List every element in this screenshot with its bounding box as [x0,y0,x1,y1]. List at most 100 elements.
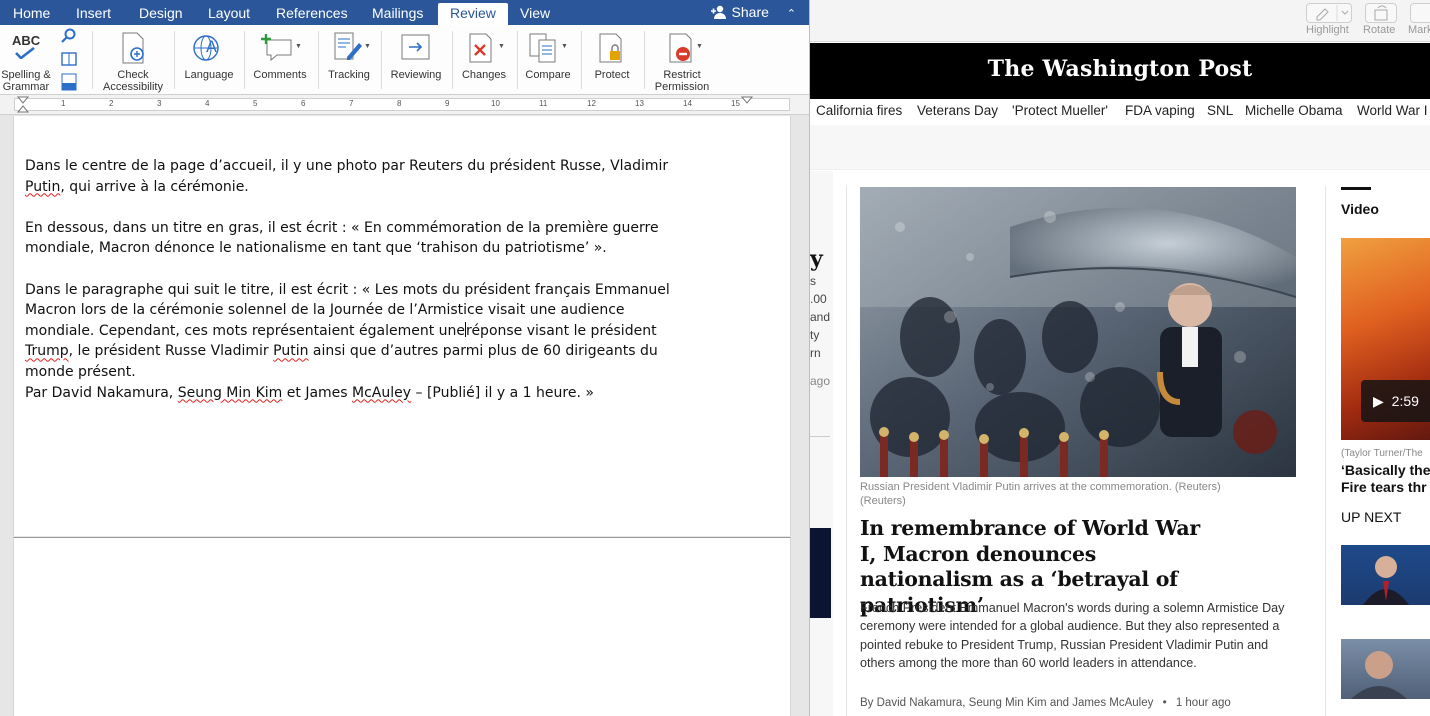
up-next-thumbnail[interactable] [1341,639,1430,699]
tab-home[interactable]: Home [13,0,50,25]
tab-layout[interactable]: Layout [208,0,250,25]
doc-line: monde présent. [25,363,136,380]
spelling-grammar-button[interactable]: ABC Spelling & Grammar [0,25,52,95]
comments-button[interactable]: ▼ Comments [246,25,314,95]
misspelled-word[interactable]: McAuley [352,385,411,401]
ruler-number: 4 [205,99,210,108]
peek-line: rn [810,346,821,360]
document-page-2[interactable] [13,537,791,716]
hero-photo[interactable] [860,187,1296,477]
lock-document-icon [597,32,625,69]
check-accessibility-label-1: Check [117,69,149,81]
doc-text: mondiale. Cependant, ces mots représenta… [25,322,465,339]
doc-text: et James [282,384,353,401]
ruler-number: 8 [397,99,402,108]
doc-text: , le président Russe Vladimir [68,343,274,360]
reviewing-pane-icon [401,34,431,67]
nav-item[interactable]: SNL [1207,103,1233,118]
video-play-button[interactable]: ▶ 2:59 [1361,380,1430,422]
restrict-permission-icon [667,32,695,69]
compare-label: Compare [525,69,571,81]
video-duration: 2:59 [1391,393,1419,409]
video-thumbnail[interactable]: ▶ 2:59 [1341,238,1430,440]
rotate-icon [1365,3,1397,23]
tab-references[interactable]: References [276,0,348,25]
misspelled-word[interactable]: Putin [25,179,60,195]
byline-authors[interactable]: By David Nakamura, Seung Min Kim and Jam… [860,697,1153,709]
spelling-label-2: Grammar [2,81,50,93]
video-section-title[interactable]: Video [1341,201,1379,217]
research-icon[interactable] [60,28,78,49]
video-title-line: Fire tears thr [1341,479,1427,495]
doc-line: mondiale, Macron dénonce le nationalisme… [25,240,607,257]
rotate-label: Rotate [1363,24,1396,36]
ruler-track [14,98,790,111]
share-button[interactable]: Share ⌃ [710,0,796,25]
nav-item[interactable]: World War I [1357,103,1428,118]
doc-text: ainsi que d’autres parmi plus de 60 diri… [308,343,658,360]
language-globe-icon: A [192,32,226,69]
highlight-button[interactable]: Highlight [1304,0,1356,42]
tab-mailings[interactable]: Mailings [372,0,423,25]
misspelled-word[interactable]: Putin [273,343,308,359]
doc-line: En dessous, dans un titre en gras, il es… [25,219,659,236]
video-title[interactable]: ‘Basically the Fire tears thr [1341,462,1430,496]
nav-item[interactable]: Michelle Obama [1245,103,1343,118]
lead-byline: By David Nakamura, Seung Min Kim and Jam… [860,697,1300,709]
nav-item[interactable]: Veterans Day [917,103,998,118]
up-next-thumbnail[interactable] [1341,545,1430,605]
compare-documents-icon [528,32,560,69]
compare-button[interactable]: ▼ Compare [519,25,577,95]
browser-window: Highlight Rotate Mark The Washington Pos… [810,0,1430,716]
rotate-button[interactable]: Rotate [1363,0,1401,42]
doc-line: mondiale. Cependant, ces mots représenta… [25,321,675,342]
left-story-peek[interactable]: y s .00 and ty rn ago [810,246,835,390]
nav-item[interactable]: FDA vaping [1125,103,1195,118]
check-accessibility-button[interactable]: Check Accessibility [96,25,170,95]
collapse-ribbon-icon[interactable]: ⌃ [787,2,796,27]
nav-item[interactable]: 'Protect Mueller' [1012,103,1108,118]
tracking-button[interactable]: ▼ Tracking [321,25,377,95]
reviewing-button[interactable]: Reviewing [384,25,448,95]
nav-item[interactable]: California fires [816,103,902,118]
up-next-label: UP NEXT [1341,509,1402,525]
check-accessibility-label-2: Accessibility [103,81,163,93]
spelling-check-icon: ABC [12,33,40,59]
indent-marker-icon[interactable] [17,96,29,114]
tab-insert[interactable]: Insert [76,0,111,25]
left-story-image[interactable] [810,528,831,618]
wapo-logo[interactable]: The Washington Post [810,56,1430,82]
misspelled-word[interactable]: Trump [25,343,69,359]
horizontal-ruler[interactable]: 1 2 3 4 5 6 7 8 9 10 11 12 13 14 15 [0,95,809,115]
wapo-header: The Washington Post [810,43,1430,99]
doc-text: , qui arrive à la cérémonie. [60,178,249,195]
tab-review[interactable]: Review [438,3,508,25]
reviewing-label: Reviewing [390,69,442,81]
right-indent-marker-icon[interactable] [741,96,753,106]
share-label: Share [731,4,769,20]
spelling-label-1: Spelling & [1,69,51,81]
tab-design[interactable]: Design [139,0,183,25]
thesaurus-icon[interactable] [61,52,77,71]
document-page[interactable]: Dans le centre de la page d’accueil, il … [13,116,791,536]
document-canvas: Dans le centre de la page d’accueil, il … [0,116,809,716]
ruler-number: 13 [635,99,644,108]
language-button[interactable]: A Language [178,25,240,95]
doc-line: Dans le paragraphe qui suit le titre, il… [25,281,670,298]
tab-view[interactable]: View [520,0,550,25]
portrait-photo [1351,651,1407,699]
markup-label: Mark [1408,24,1430,36]
word-count-icon[interactable] [61,73,77,96]
restrict-permission-button[interactable]: ▼ Restrict Permission [647,25,717,95]
ruler-number: 7 [349,99,354,108]
tracking-label: Tracking [328,69,370,81]
peek-line: ty [810,328,820,342]
document-body[interactable]: Dans le centre de la page d’accueil, il … [25,156,675,403]
misspelled-word[interactable]: Seung Min Kim [178,385,283,401]
changes-button[interactable]: ▼ Changes [454,25,514,95]
protect-button[interactable]: Protect [584,25,640,95]
putin-umbrella-photo [860,187,1296,477]
ruler-number: 12 [587,99,596,108]
reject-change-icon [467,32,495,69]
markup-button[interactable]: Mark [1408,0,1430,42]
